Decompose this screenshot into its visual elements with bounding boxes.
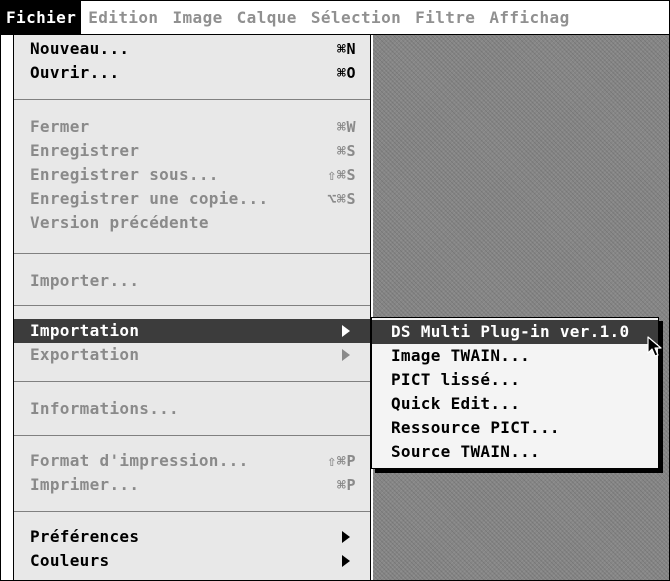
- menu-item-enregistrer-copie: Enregistrer une copie... ⌥⌘S: [14, 187, 370, 211]
- submenu-item-source-twain[interactable]: Source TWAIN...: [372, 440, 658, 464]
- menu-item-label: Exportation: [30, 345, 140, 364]
- menubar-item-calque[interactable]: Calque: [230, 1, 304, 34]
- menu-item-enregistrer-sous: Enregistrer sous... ⇧⌘S: [14, 163, 370, 187]
- menu-item-label: Importer...: [30, 271, 140, 290]
- menu-item-couleurs[interactable]: Couleurs: [14, 549, 370, 573]
- importation-submenu: DS Multi Plug-in ver.1.0 Image TWAIN... …: [371, 317, 659, 469]
- menu-item-preferences[interactable]: Préférences: [14, 525, 370, 549]
- menu-item-shortcut: ⌘S: [336, 142, 356, 160]
- submenu-item-ds-multi-plugin[interactable]: DS Multi Plug-in ver.1.0: [372, 320, 658, 344]
- mouse-pointer-icon: [647, 336, 662, 357]
- menu-item-nouveau[interactable]: Nouveau... ⌘N: [14, 37, 370, 61]
- menu-item-shortcut: ⌘P: [336, 476, 356, 494]
- menu-item-ouvrir[interactable]: Ouvrir... ⌘O: [14, 61, 370, 85]
- menu-item-label: Imprimer...: [30, 475, 140, 494]
- menu-item-shortcut: ⇧⌘P: [327, 452, 356, 470]
- menu-item-label: Enregistrer une copie...: [30, 189, 269, 208]
- menu-item-shortcut: ⌘O: [336, 64, 356, 82]
- menu-separator: [14, 253, 370, 254]
- submenu-item-pict-lisse[interactable]: PICT lissé...: [372, 368, 658, 392]
- menu-item-label: Ouvrir...: [30, 63, 120, 82]
- menu-item-label: Format d'impression...: [30, 451, 249, 470]
- submenu-arrow-icon: [342, 531, 350, 543]
- menubar-item-edition[interactable]: Edition: [81, 1, 165, 34]
- menu-item-version-precedente: Version précédente: [14, 211, 370, 235]
- submenu-arrow-icon: [342, 555, 350, 567]
- menu-item-importation[interactable]: Importation: [14, 319, 370, 343]
- submenu-item-quick-edit[interactable]: Quick Edit...: [372, 392, 658, 416]
- screen-frame: Fichier Edition Image Calque Sélection F…: [0, 0, 670, 581]
- menu-separator: [14, 381, 370, 382]
- desktop-background: [373, 35, 669, 580]
- menubar-item-affichage[interactable]: Affichag: [482, 1, 576, 34]
- menubar-item-image[interactable]: Image: [165, 1, 229, 34]
- menu-item-label: Préférences: [30, 527, 140, 546]
- submenu-item-image-twain[interactable]: Image TWAIN...: [372, 344, 658, 368]
- menu-item-shortcut: ⇧⌘S: [327, 166, 356, 184]
- menu-item-label: Importation: [30, 321, 140, 340]
- menu-item-label: Version précédente: [30, 213, 209, 232]
- menu-item-shortcut: ⌘W: [336, 118, 356, 136]
- menu-bar: Fichier Edition Image Calque Sélection F…: [1, 1, 669, 35]
- menu-item-enregistrer: Enregistrer ⌘S: [14, 139, 370, 163]
- submenu-item-ressource-pict[interactable]: Ressource PICT...: [372, 416, 658, 440]
- menu-item-informations: Informations...: [14, 397, 370, 421]
- menubar-item-selection[interactable]: Sélection: [304, 1, 408, 34]
- menu-item-label: Couleurs: [30, 551, 110, 570]
- menubar-item-fichier[interactable]: Fichier: [1, 1, 82, 34]
- menu-item-shortcut: ⌘N: [336, 40, 356, 58]
- menu-item-label: Enregistrer: [30, 141, 140, 160]
- menu-item-format-impression: Format d'impression... ⇧⌘P: [14, 449, 370, 473]
- menu-separator: [14, 305, 370, 306]
- menu-item-imprimer: Imprimer... ⌘P: [14, 473, 370, 497]
- menu-item-exportation: Exportation: [14, 343, 370, 367]
- submenu-arrow-icon: [342, 325, 350, 337]
- menu-separator: [14, 435, 370, 436]
- menu-separator: [14, 99, 370, 100]
- submenu-arrow-icon: [342, 349, 350, 361]
- menu-item-importer: Importer...: [14, 269, 370, 293]
- menu-item-label: Informations...: [30, 399, 179, 418]
- menu-item-label: Fermer: [30, 117, 90, 136]
- menu-item-label: Nouveau...: [30, 39, 130, 58]
- fichier-menu: Nouveau... ⌘N Ouvrir... ⌘O Fermer ⌘W Enr…: [13, 35, 371, 580]
- menu-item-shortcut: ⌥⌘S: [327, 190, 356, 208]
- menu-item-label: Enregistrer sous...: [30, 165, 219, 184]
- menu-item-fermer: Fermer ⌘W: [14, 115, 370, 139]
- menubar-item-filtre[interactable]: Filtre: [408, 1, 482, 34]
- menu-separator: [14, 511, 370, 512]
